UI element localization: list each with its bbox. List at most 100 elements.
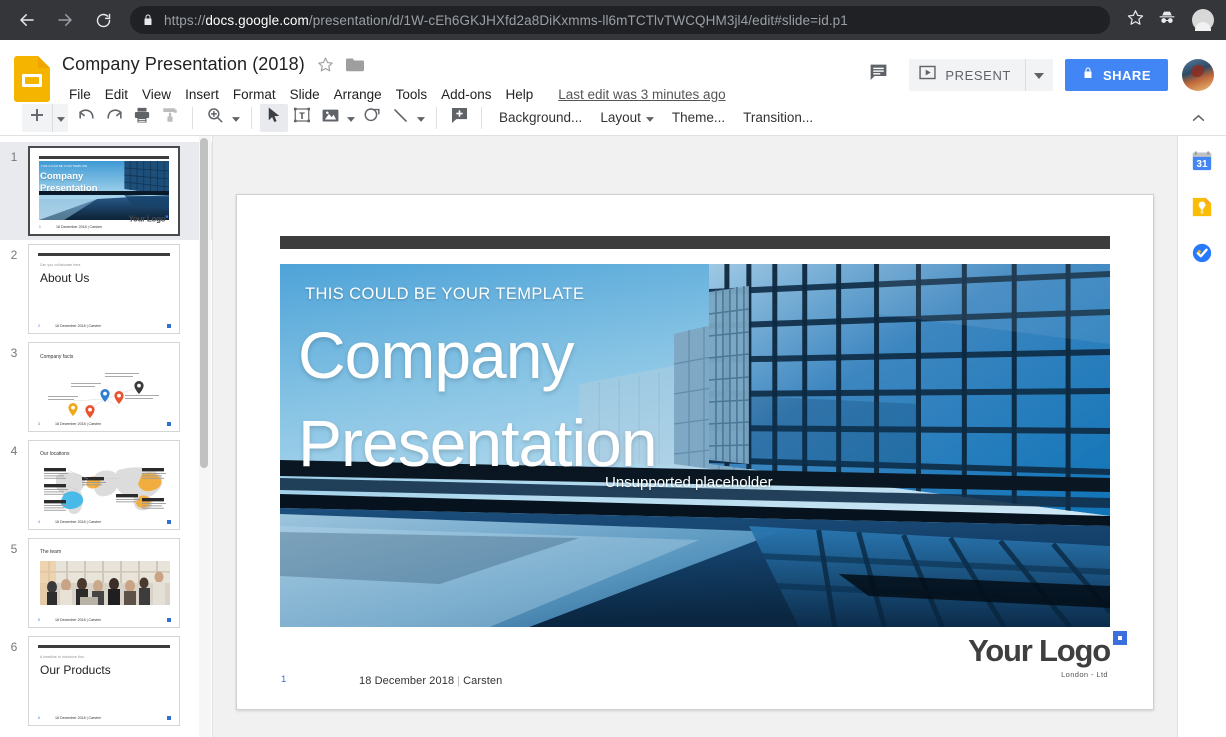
slide-footer-text: 18 December 2018 | Carsten (359, 675, 502, 687)
add-comment-button[interactable] (445, 104, 473, 132)
slide-footer-author: Carsten (463, 675, 503, 687)
line-button[interactable] (386, 104, 414, 132)
comment-icon (868, 62, 889, 88)
thumbnail-card[interactable]: Can you collaborate here. About Us 2 18 … (28, 244, 180, 334)
text-box-icon: T (293, 106, 311, 129)
comment-history-button[interactable] (861, 58, 895, 92)
thumb-facts-graphic (48, 373, 159, 418)
zoom-options-button[interactable] (229, 109, 243, 127)
slide-hero-image[interactable]: THIS COULD BE YOUR TEMPLATE Company Pres… (280, 264, 1110, 627)
thumbnail-number: 6 (10, 640, 18, 654)
thumbnail-card[interactable]: A headline to introduce this. Our Produc… (28, 636, 180, 726)
avatar[interactable] (1182, 59, 1214, 91)
image-options-button[interactable] (344, 109, 358, 127)
slide-title[interactable]: Company Presentation (298, 312, 938, 488)
reload-button[interactable] (88, 5, 118, 35)
url-host: docs.google.com (205, 12, 309, 28)
thumb-logo-text: Your Logo (128, 215, 166, 224)
thumb-accent-square (167, 324, 171, 328)
thumbnail-slide-1[interactable]: 1 THIS COULD BE YOUR TEMPLATE Company Pr… (0, 142, 212, 240)
share-button[interactable]: SHARE (1064, 59, 1168, 91)
toolbar-divider (251, 106, 252, 129)
line-icon (391, 106, 410, 130)
thumbnail-card[interactable]: THIS COULD BE YOUR TEMPLATE Company Pres… (28, 146, 180, 236)
thumbnail-slide-6[interactable]: 6 A headline to introduce this. Our Prod… (0, 632, 212, 730)
url-prefix: https:// (164, 12, 206, 28)
back-button[interactable] (12, 5, 42, 35)
svg-text:T: T (299, 111, 305, 121)
image-icon (321, 106, 340, 130)
undo-button[interactable] (72, 104, 100, 132)
google-keep-icon[interactable] (1191, 196, 1213, 218)
thumb-top-bar (38, 253, 170, 256)
back-arrow-icon (18, 11, 36, 29)
thumb-accent-square (167, 520, 171, 524)
print-button[interactable] (128, 104, 156, 132)
theme-button[interactable]: Theme... (663, 104, 734, 132)
zoom-button[interactable] (201, 104, 229, 132)
logo-accent-square (1113, 631, 1127, 645)
theme-label: Theme... (671, 110, 726, 125)
slide-footer-date: 18 December 2018 (359, 675, 455, 687)
thumb-title: Company Presentation (40, 171, 98, 194)
unsupported-placeholder[interactable]: Unsupported placeholder (605, 474, 773, 491)
thumb-footer-num: 1 (39, 225, 41, 229)
google-calendar-icon[interactable]: 31 (1191, 150, 1213, 172)
add-slide-icon (29, 107, 45, 128)
thumbnail-number: 3 (10, 346, 18, 360)
thumbnail-slide-5[interactable]: 5 The team 5 18 December 2018 | Carsten (0, 534, 212, 632)
filmstrip-scroll: 1 THIS COULD BE YOUR TEMPLATE Company Pr… (0, 136, 212, 730)
add-slide-button[interactable] (22, 104, 52, 132)
current-slide[interactable]: THIS COULD BE YOUR TEMPLATE Company Pres… (236, 194, 1154, 710)
forward-button[interactable] (50, 5, 80, 35)
layout-label: Layout (600, 110, 641, 125)
thumbnail-card[interactable]: Company facts 3 18 December 2018 | Carst… (28, 342, 180, 432)
new-slide-group (22, 103, 68, 132)
page-title[interactable]: Company Presentation (2018) (62, 54, 305, 75)
insert-image-button[interactable] (316, 104, 344, 132)
thumbnail-number: 1 (10, 150, 18, 164)
bookmark-star-icon (1127, 9, 1144, 31)
layout-button[interactable]: Layout (591, 104, 663, 132)
transition-label: Transition... (743, 110, 814, 125)
text-box-button[interactable]: T (288, 104, 316, 132)
thumbnail-slide-4[interactable]: 4 Our locations 4 18 December 2018 | Car… (0, 436, 212, 534)
present-group: PRESENT (909, 59, 1053, 91)
thumbnail-card[interactable]: The team 5 18 December 2018 | Carsten (28, 538, 180, 628)
url-text: https://docs.google.com/presentation/d/1… (164, 13, 848, 28)
filmstrip-scrollbar-track[interactable] (199, 136, 211, 737)
bookmark-button[interactable] (1120, 5, 1150, 35)
thumbnail-card[interactable]: Our locations 4 18 December 2018 | Carst… (28, 440, 180, 530)
address-bar[interactable]: https://docs.google.com/presentation/d/1… (130, 6, 1110, 34)
thumbnail-slide-2[interactable]: 2 Can you collaborate here. About Us 2 1… (0, 240, 212, 338)
thumb-footer-text: 18 December 2018 | Carsten (55, 422, 102, 426)
filmstrip-scrollbar-thumb[interactable] (200, 138, 208, 468)
folder-icon[interactable] (345, 57, 364, 72)
redo-button[interactable] (100, 104, 128, 132)
slide-filmstrip[interactable]: 1 THIS COULD BE YOUR TEMPLATE Company Pr… (0, 136, 213, 737)
present-button[interactable]: PRESENT (909, 59, 1025, 91)
chevron-down-icon (417, 109, 425, 127)
line-options-button[interactable] (414, 109, 428, 127)
slide-top-bar (280, 236, 1110, 249)
incognito-indicator[interactable] (1152, 5, 1182, 35)
thumb-top-bar (38, 645, 170, 648)
transition-button[interactable]: Transition... (734, 104, 822, 132)
url-path: /presentation/d/1W-cEh6GKJHXfd2a8DiKxmms… (308, 12, 848, 28)
thumb-title: About Us (40, 271, 90, 285)
add-slide-options-button[interactable] (52, 103, 68, 132)
chrome-profile-avatar[interactable] (1192, 9, 1214, 31)
paint-format-button[interactable] (156, 104, 184, 132)
thumb-footer-text: 18 December 2018 | Carsten (55, 618, 102, 622)
reload-icon (95, 12, 112, 29)
star-icon[interactable] (317, 56, 334, 73)
thumbnail-slide-3[interactable]: 3 Company facts 3 18 December 2018 | Car… (0, 338, 212, 436)
background-button[interactable]: Background... (490, 104, 591, 132)
present-options-button[interactable] (1024, 59, 1053, 91)
shape-button[interactable] (358, 104, 386, 132)
collapse-toolbar-button[interactable] (1184, 104, 1212, 132)
slide-canvas-area[interactable]: THIS COULD BE YOUR TEMPLATE Company Pres… (213, 136, 1177, 737)
slides-app: Company Presentation (2018) File Edit Vi… (0, 40, 1226, 737)
google-tasks-icon[interactable] (1191, 242, 1213, 264)
select-tool-button[interactable] (260, 103, 288, 132)
